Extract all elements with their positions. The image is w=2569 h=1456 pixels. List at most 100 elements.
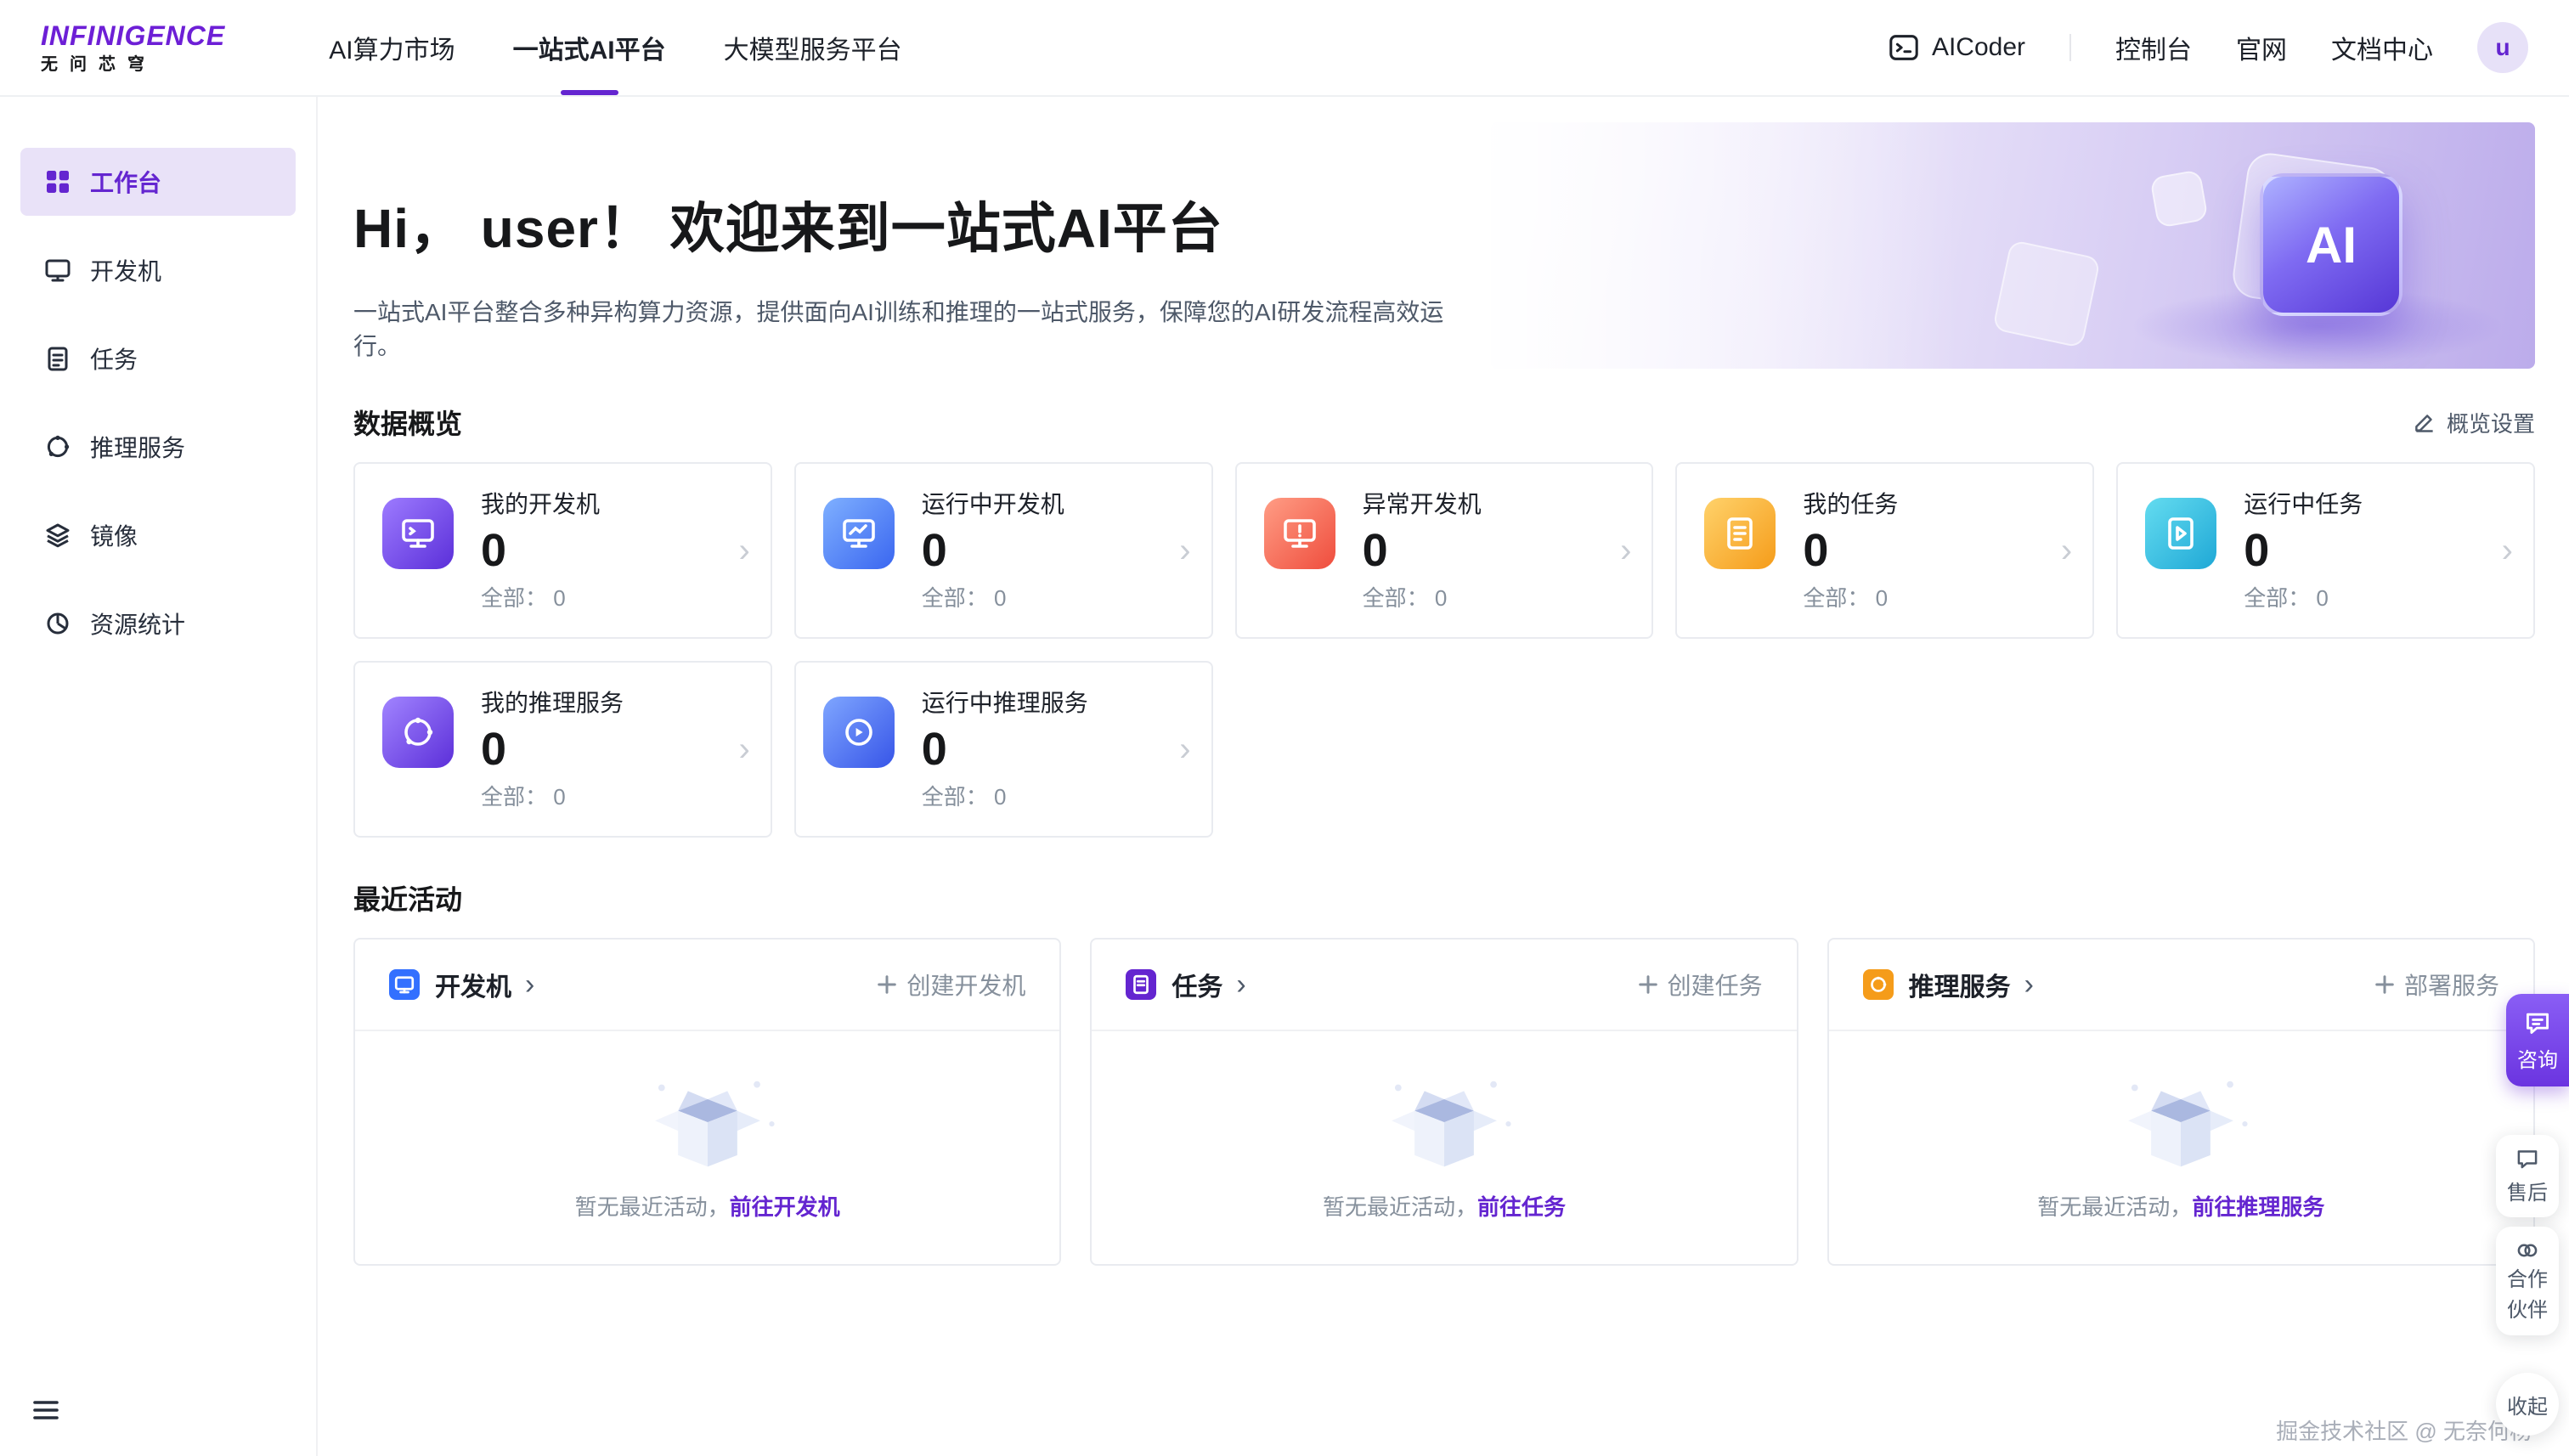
overview-settings-button[interactable]: 概览设置 [2413,407,2535,438]
sidebar-collapse-icon[interactable] [31,1395,61,1432]
collapse-widgets-button[interactable]: 收起 [2496,1373,2559,1436]
empty-text: 暂无最近活动， [2037,1194,2192,1220]
sidebar-item-resource-stats[interactable]: 资源统计 [20,590,296,657]
sidebar-item-images[interactable]: 镜像 [20,501,296,569]
stat-card-running-inference-services[interactable]: 运行中推理服务 0 全部： 0 › [794,661,1213,838]
stat-value: 0 [922,720,1088,778]
goto-tasks-link[interactable]: 前往任务 [1477,1194,1566,1220]
nav-item-compute-market[interactable]: AI算力市场 [300,0,483,95]
action-label: 部署服务 [2404,968,2499,1002]
sidebar-item-label: 任务 [90,341,138,375]
stat-total: 全部： 0 [481,583,600,613]
partner-icon [2515,1239,2539,1262]
stat-title: 我的任务 [1803,488,1898,522]
sidebar-item-workbench[interactable]: 工作台 [20,148,296,216]
stats-grid: 我的开发机 0 全部： 0 › 运行中开发机 0 全部： 0 › 异常开 [353,462,2535,838]
stat-total: 全部： 0 [922,782,1088,812]
action-label: 创建开发机 [906,968,1025,1002]
stat-title: 异常开发机 [1363,488,1482,522]
create-dev-machine-button[interactable]: 创建开发机 [876,968,1025,1002]
sidebar-item-label: 开发机 [90,253,161,287]
dev-machine-mini-icon [389,969,420,1000]
welcome-title: Hi， user！ 欢迎来到一站式AI平台 [353,185,1491,263]
deploy-service-button[interactable]: 部署服务 [2374,968,2499,1002]
stat-card-my-inference-services[interactable]: 我的推理服务 0 全部： 0 › [353,661,772,838]
after-sales-button[interactable]: 售后 [2496,1135,2559,1217]
chevron-right-icon: › [1179,732,1190,766]
main-content: Hi， user！ 欢迎来到一站式AI平台 一站式AI平台整合多种异构算力资源，… [319,97,2569,1456]
brand-subtitle: 无问芯穹 [41,55,225,74]
sidebar-item-label: 工作台 [90,165,161,199]
recent-activity-grid: 开发机 › 创建开发机 暂无最 [353,938,2535,1266]
chevron-right-icon: › [738,533,749,567]
workbench-icon [44,168,71,195]
goto-inference-link[interactable]: 前往推理服务 [2192,1194,2324,1220]
nav-item-one-stop-ai-platform[interactable]: 一站式AI平台 [484,0,695,95]
support-chat-icon [2515,1147,2539,1171]
overview-settings-label: 概览设置 [2447,407,2535,438]
primary-nav: AI算力市场 一站式AI平台 大模型服务平台 [300,0,930,95]
welcome-subtitle: 一站式AI平台整合多种异构算力资源，提供面向AI训练和推理的一站式服务，保障您的… [353,294,1491,362]
recent-card-title[interactable]: 开发机 [435,966,511,1003]
console-link[interactable]: 控制台 [2115,29,2192,66]
banner-decoration [1992,240,2101,348]
task-tile-icon [1704,498,1776,569]
stat-title: 运行中开发机 [922,488,1064,522]
nav-item-llm-service-platform[interactable]: 大模型服务平台 [695,0,931,95]
stat-title: 我的推理服务 [481,686,624,720]
brand-logo[interactable]: INFINIGENCE 无问芯穹 [41,21,225,73]
recent-card-tasks: 任务 › 创建任务 暂无最近活 [1090,938,1798,1266]
empty-text: 暂无最近活动， [1323,1194,1477,1220]
consult-label: 咨询 [2517,1043,2558,1073]
images-icon [44,522,71,549]
empty-box-illustration [1369,1075,1519,1183]
hero-banner: AI [1491,122,2535,369]
stat-title: 运行中推理服务 [922,686,1088,720]
chevron-right-icon[interactable]: › [2024,970,2034,999]
stat-card-my-tasks[interactable]: 我的任务 0 全部： 0 › [1675,462,2094,639]
partner-label-line1: 合作 [2507,1267,2548,1293]
recent-card-title[interactable]: 任务 [1172,966,1222,1003]
stat-card-running-dev-machines[interactable]: 运行中开发机 0 全部： 0 › [794,462,1213,639]
goto-dev-machine-link[interactable]: 前往开发机 [730,1194,840,1220]
top-bar: INFINIGENCE 无问芯穹 AI算力市场 一站式AI平台 大模型服务平台 … [0,0,2569,97]
dev-machine-running-tile-icon [823,498,895,569]
chevron-right-icon: › [1620,533,1631,567]
chevron-right-icon: › [738,732,749,766]
partner-button[interactable]: 合作 伙伴 [2496,1227,2559,1335]
recent-card-dev-machine: 开发机 › 创建开发机 暂无最 [353,938,1061,1266]
stat-title: 我的开发机 [481,488,600,522]
inference-icon [44,433,71,460]
dev-machine-icon [44,257,71,284]
inference-running-tile-icon [823,697,895,768]
banner-decoration [2149,169,2209,229]
after-sales-label: 售后 [2507,1176,2548,1205]
aicoder-link[interactable]: AICoder [1888,31,2025,64]
action-label: 创建任务 [1668,968,1763,1002]
recent-card-title[interactable]: 推理服务 [1909,966,2011,1003]
recent-section-title: 最近活动 [353,878,462,917]
dev-machine-tile-icon [382,498,454,569]
stat-value: 0 [481,522,600,579]
overview-section-title: 数据概览 [353,403,462,442]
stat-card-running-tasks[interactable]: 运行中任务 0 全部： 0 › [2116,462,2535,639]
stat-card-error-dev-machines[interactable]: 异常开发机 0 全部： 0 › [1235,462,1654,639]
docs-link[interactable]: 文档中心 [2331,29,2433,66]
official-site-link[interactable]: 官网 [2236,29,2287,66]
user-avatar[interactable]: u [2477,22,2528,73]
stat-title: 运行中任务 [2244,488,2363,522]
chevron-right-icon[interactable]: › [1236,970,1245,999]
stat-card-my-dev-machines[interactable]: 我的开发机 0 全部： 0 › [353,462,772,639]
chevron-right-icon: › [2061,533,2072,567]
sidebar-item-tasks[interactable]: 任务 [20,324,296,392]
chevron-right-icon: › [2502,533,2513,567]
consult-button[interactable]: 咨询 [2506,994,2569,1086]
stat-value: 0 [1363,522,1482,579]
sidebar-item-dev-machine[interactable]: 开发机 [20,236,296,304]
create-task-button[interactable]: 创建任务 [1637,968,1763,1002]
sidebar-item-inference[interactable]: 推理服务 [20,413,296,481]
chevron-right-icon[interactable]: › [525,970,534,999]
stat-total: 全部： 0 [1803,583,1898,613]
aicoder-icon [1888,31,1920,64]
inference-mini-icon [1863,969,1894,1000]
